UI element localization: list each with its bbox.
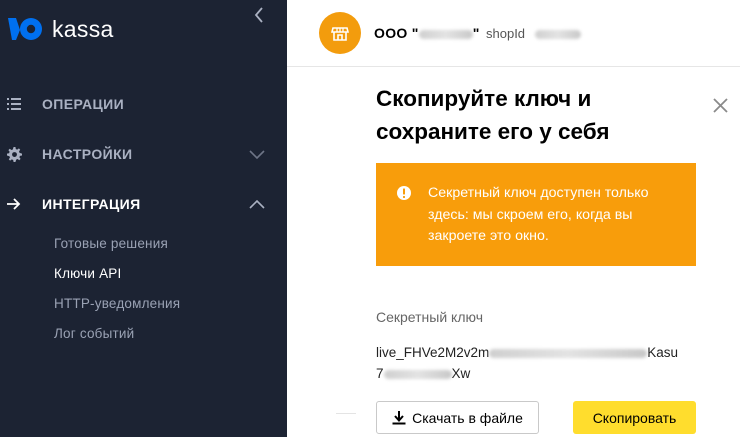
shop-id: shopId: [486, 26, 581, 41]
nav-label: ОПЕРАЦИИ: [42, 96, 125, 112]
download-label: Скачать в файле: [412, 409, 523, 426]
nav-label: ИНТЕГРАЦИЯ: [42, 196, 141, 212]
subnav-item-ready-solutions[interactable]: Готовые решения: [54, 236, 168, 251]
logo[interactable]: kassa: [6, 12, 114, 46]
secret-key-value[interactable]: live_FHVe2M2v2m Kasu 7 Xw: [376, 342, 706, 384]
close-modal-button[interactable]: [710, 95, 730, 115]
shop-id-label: shopId: [486, 26, 526, 41]
shop-name-prefix: ООО ": [374, 25, 419, 41]
chevron-up-icon: [248, 197, 266, 211]
key-line2-start: 7: [376, 366, 384, 381]
nav-item-settings[interactable]: НАСТРОЙКИ: [0, 139, 287, 169]
arrow-right-icon: [6, 196, 22, 212]
shop-icon: [331, 27, 349, 41]
secret-key-label: Секретный ключ: [376, 309, 483, 325]
download-icon: [392, 410, 406, 424]
redacted-shop-id: [534, 30, 581, 40]
logo-mark-icon: [8, 18, 42, 40]
nav-item-operations[interactable]: ОПЕРАЦИИ: [0, 89, 287, 119]
header: ООО " " shopId: [287, 0, 740, 67]
list-icon: [6, 96, 22, 112]
divider: [336, 413, 356, 414]
subnav-item-api-keys[interactable]: Ключи API: [54, 266, 121, 281]
sidebar: kassa ОПЕРАЦИИ НАСТРОЙКИ ИНТЕГРАЦИЯ Гото…: [0, 0, 287, 437]
gear-icon: [6, 146, 22, 162]
warning-text: Секретный ключ доступен только здесь: мы…: [428, 185, 649, 244]
download-key-button[interactable]: Скачать в файле: [376, 401, 539, 434]
copy-key-button[interactable]: Скопировать: [573, 401, 696, 434]
shop-name: ООО " ": [374, 25, 480, 41]
key-mid: Kasu: [647, 345, 679, 360]
warning-icon: [397, 186, 411, 200]
subnav-item-http-notifications[interactable]: HTTP-уведомления: [54, 296, 180, 311]
nav-item-integration[interactable]: ИНТЕГРАЦИЯ: [0, 189, 287, 219]
close-icon: [712, 97, 728, 113]
shop-avatar[interactable]: [319, 12, 361, 54]
redacted-shop-name: [418, 29, 473, 39]
copy-label: Скопировать: [592, 409, 677, 426]
warning-banner: Секретный ключ доступен только здесь: мы…: [376, 163, 696, 266]
key-line2-end: Xw: [451, 366, 471, 381]
nav-label: НАСТРОЙКИ: [42, 146, 133, 162]
key-start: live_FHVe2M2v2m: [376, 345, 490, 360]
logo-text: kassa: [52, 15, 114, 42]
redacted-key-part: [489, 348, 648, 358]
modal-title: Скопируйте ключ и сохраните его у себя: [376, 86, 610, 144]
redacted-key-part-2: [383, 369, 452, 379]
subnav-item-event-log[interactable]: Лог событий: [54, 326, 134, 341]
chevron-left-icon: [254, 7, 263, 23]
chevron-down-icon: [248, 147, 266, 161]
collapse-sidebar-button[interactable]: [250, 4, 268, 26]
shop-name-suffix: ": [472, 25, 480, 41]
